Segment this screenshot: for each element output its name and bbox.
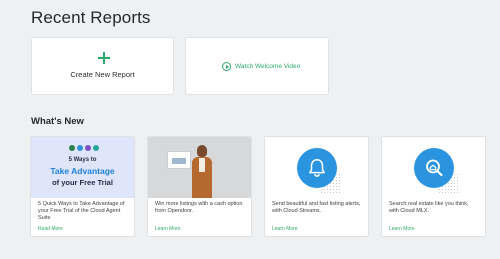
promo-line-2: Take Advantage bbox=[50, 166, 115, 176]
plus-icon bbox=[98, 52, 110, 64]
agent-photo-shirt bbox=[199, 158, 205, 172]
whats-new-heading: What's New bbox=[31, 116, 84, 127]
news-card-cloud-mlx[interactable]: Search real estate like you think, with … bbox=[381, 136, 486, 237]
product-dot-icon bbox=[93, 145, 99, 151]
play-circle-icon bbox=[222, 62, 231, 71]
bell-icon bbox=[297, 148, 337, 188]
news-card-description: Send beautiful and fast listing alerts, … bbox=[272, 201, 361, 214]
news-card-description: Search real estate like you think, with … bbox=[389, 201, 469, 214]
create-new-report-button[interactable]: Create New Report bbox=[31, 37, 174, 95]
news-card-description: Win more listings with a cash option fro… bbox=[155, 201, 243, 214]
free-trial-promo-image: 5 Ways to Take Advantage of your Free Tr… bbox=[31, 137, 134, 198]
product-dot-icon bbox=[85, 145, 91, 151]
product-dots bbox=[69, 145, 99, 151]
news-card-opendoor[interactable]: Win more listings with a cash option fro… bbox=[147, 136, 252, 237]
watch-video-link[interactable]: Watch Welcome Video bbox=[222, 62, 300, 71]
news-card-cloud-streams[interactable]: Send beautiful and fast listing alerts, … bbox=[264, 136, 369, 237]
page-title: Recent Reports bbox=[31, 8, 151, 27]
watch-video-label: Watch Welcome Video bbox=[235, 63, 301, 70]
cloud-streams-image bbox=[265, 137, 368, 198]
create-new-report-label: Create New Report bbox=[70, 70, 135, 79]
cloud-mlx-image bbox=[382, 137, 485, 198]
news-card-description: 5 Quick Ways to Take Advantage of your F… bbox=[38, 201, 125, 221]
promo-line-3: of your Free Trial bbox=[52, 178, 113, 187]
learn-more-link[interactable]: Learn More bbox=[389, 226, 415, 232]
read-more-link[interactable]: Read More bbox=[38, 226, 63, 232]
watch-welcome-video-button[interactable]: Watch Welcome Video bbox=[185, 37, 329, 95]
learn-more-link[interactable]: Learn More bbox=[272, 226, 298, 232]
opendoor-promo-image bbox=[148, 137, 251, 198]
product-dot-icon bbox=[69, 145, 75, 151]
product-dot-icon bbox=[77, 145, 83, 151]
home-sign-image bbox=[167, 151, 191, 169]
search-icon bbox=[414, 148, 454, 188]
promo-line-1: 5 Ways to bbox=[68, 157, 97, 163]
learn-more-link[interactable]: Learn More bbox=[155, 226, 181, 232]
agent-photo-head bbox=[197, 145, 207, 157]
news-card-free-trial[interactable]: 5 Ways to Take Advantage of your Free Tr… bbox=[30, 136, 135, 237]
